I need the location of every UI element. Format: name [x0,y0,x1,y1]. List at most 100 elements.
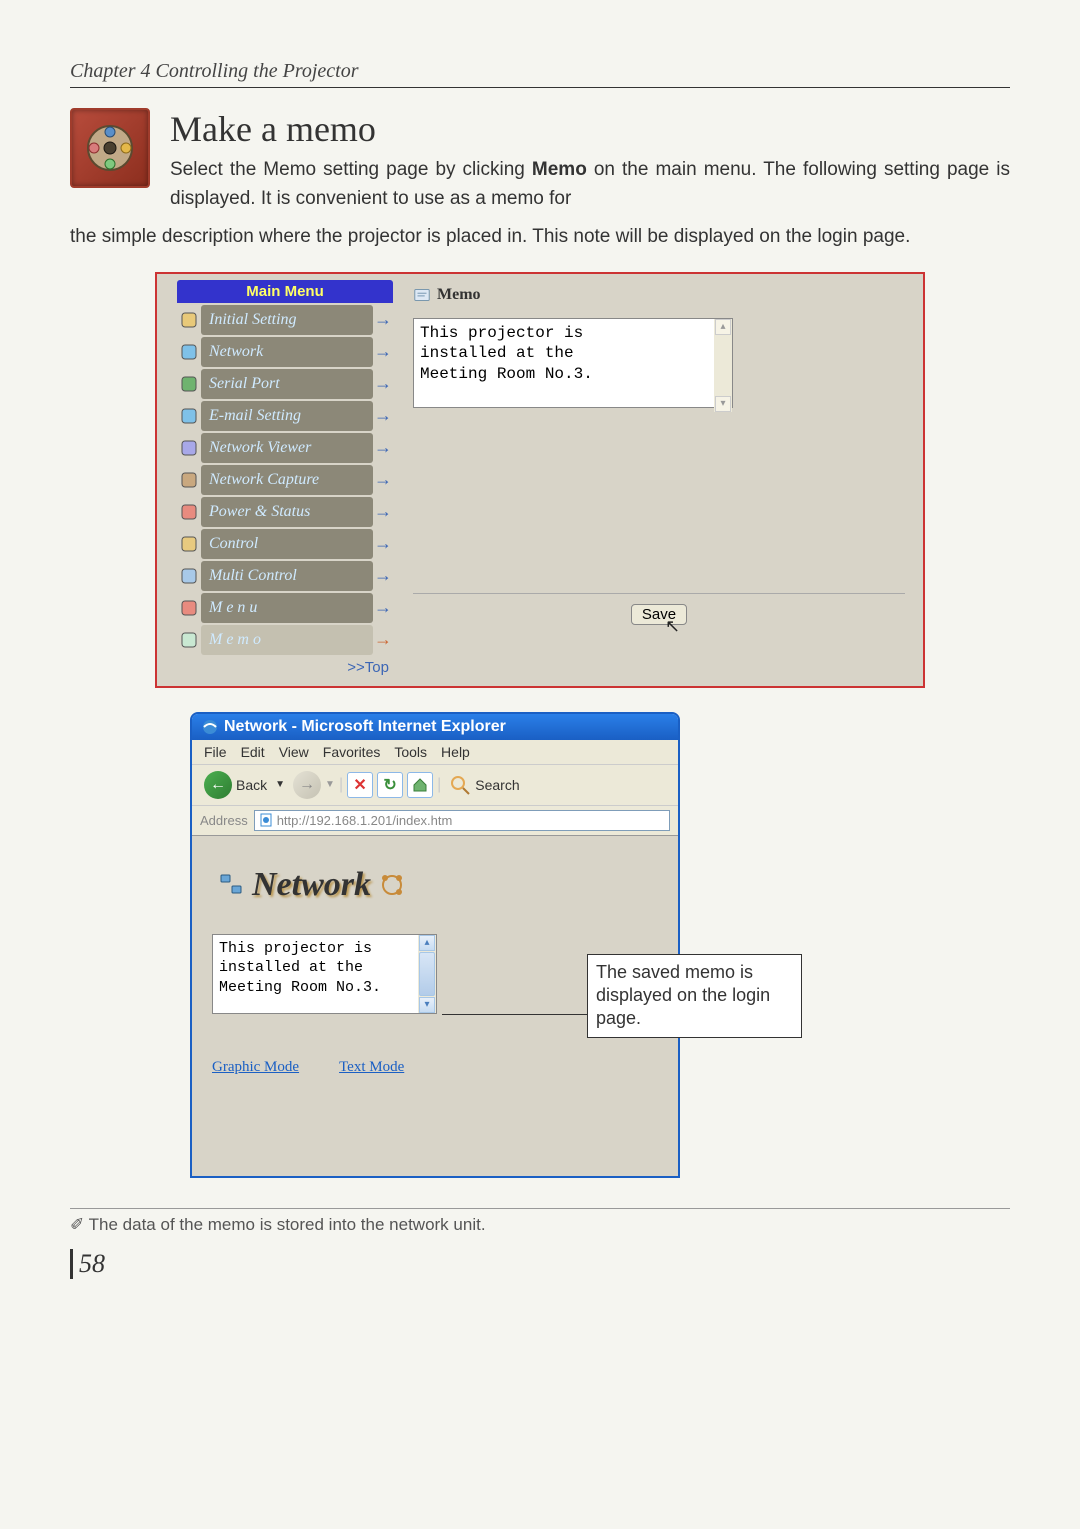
control-icon [177,529,201,559]
divider [413,593,905,594]
forward-button[interactable]: → [293,771,321,799]
network-icon [177,337,201,367]
menu-tools[interactable]: Tools [394,744,427,760]
chevron-right-icon: → [373,593,393,623]
menu-item-e-mail-setting[interactable]: E-mail Setting → [177,401,393,431]
menu-favorites[interactable]: Favorites [323,744,381,760]
logo-icon-left [218,872,244,898]
search-icon [449,774,471,796]
chevron-right-icon: → [373,465,393,495]
section-title: Make a memo [170,108,1010,150]
menu-item-serial-port[interactable]: Serial Port → [177,369,393,399]
menu-item-label: Initial Setting [209,311,297,329]
menu-item-label: E-mail Setting [209,407,301,425]
graphic-mode-link[interactable]: Graphic Mode [212,1059,299,1076]
multi-icon [177,561,201,591]
memo-textarea[interactable] [413,318,733,408]
ie-toolbar: ← Back▼ → ▼ | ✕ ↻ | Search [192,765,678,806]
main-menu: Main Menu Initial Setting→Network→Serial… [177,280,393,680]
ie-address-row: Address http://192.168.1.201/index.htm [192,806,678,836]
chevron-right-icon: → [373,625,393,655]
memo-textarea-wrap: ▴▾ [413,318,733,413]
chevron-right-icon: → [373,529,393,559]
chevron-right-icon: → [373,401,393,431]
menu-item-label: Control [209,535,258,553]
menu-icon [177,593,201,623]
top-link[interactable]: >>Top [347,659,389,676]
footnote: ✐ The data of the memo is stored into th… [70,1208,1010,1235]
menu-item-initial-setting[interactable]: Initial Setting → [177,305,393,335]
search-button[interactable]: Search [445,772,523,798]
scrollbar[interactable]: ▴▾ [418,935,436,1013]
menu-item-power-status[interactable]: Power & Status → [177,497,393,527]
home-button[interactable] [407,772,433,798]
content-title-row: Memo [413,286,905,304]
login-memo-textarea[interactable] [212,934,437,1014]
refresh-button[interactable]: ↻ [377,772,403,798]
page-icon [259,813,273,827]
logo-icon-right [379,872,405,898]
section-illustration [70,108,150,188]
intro-text-2: the simple description where the project… [70,223,1010,252]
menu-item-control[interactable]: Control → [177,529,393,559]
viewer-icon [177,433,201,463]
menu-help[interactable]: Help [441,744,470,760]
menu-item-network-viewer[interactable]: Network Viewer → [177,433,393,463]
menu-item-label: Serial Port [209,375,280,393]
chevron-right-icon: → [373,337,393,367]
chevron-right-icon: → [373,369,393,399]
ie-menubar: File Edit View Favorites Tools Help [192,740,678,765]
menu-item-label: M e m o [209,631,261,649]
memo-icon [177,625,201,655]
chevron-right-icon: → [373,305,393,335]
power-icon [177,497,201,527]
port-icon [177,369,201,399]
callout-leader [442,1014,587,1015]
back-arrow-icon: ← [204,771,232,799]
menu-view[interactable]: View [279,744,309,760]
network-logo: Network [218,866,658,904]
menu-item-label: Network Capture [209,471,319,489]
menu-item-label: Multi Control [209,567,297,585]
address-value: http://192.168.1.201/index.htm [277,813,453,828]
menu-item-label: Power & Status [209,503,310,521]
callout-box: The saved memo is displayed on the login… [587,954,802,1038]
ie-titlebar: Network - Microsoft Internet Explorer [192,714,678,740]
menu-item-label: Network [209,343,263,361]
menu-item-network[interactable]: Network → [177,337,393,367]
menu-item-label: Network Viewer [209,439,311,457]
page-number: 58 [70,1249,105,1279]
capture-icon [177,465,201,495]
section-header: Make a memo Select the Memo setting page… [70,108,1010,213]
app-screenshot: Main Menu Initial Setting→Network→Serial… [155,272,925,688]
ie-title-text: Network - Microsoft Internet Explorer [224,718,506,736]
menu-item-network-capture[interactable]: Network Capture → [177,465,393,495]
back-button[interactable]: ← Back▼ [200,769,289,801]
menu-item-multi-control[interactable]: Multi Control → [177,561,393,591]
memo-icon [413,286,431,304]
text-mode-link[interactable]: Text Mode [339,1059,404,1076]
scrollbar[interactable]: ▴▾ [714,319,732,412]
menu-item-label: M e n u [209,599,257,617]
chapter-header: Chapter 4 Controlling the Projector [70,60,1010,88]
mail-icon [177,401,201,431]
chevron-right-icon: → [373,433,393,463]
save-button[interactable]: Save [631,604,687,625]
content-title: Memo [437,286,481,304]
mode-links: Graphic Mode Text Mode [212,1059,658,1076]
stop-button[interactable]: ✕ [347,772,373,798]
address-bar[interactable]: http://192.168.1.201/index.htm [254,810,670,831]
menu-item-m-e-n-u[interactable]: M e n u → [177,593,393,623]
page-icon [177,305,201,335]
menu-file[interactable]: File [204,744,227,760]
ie-logo-icon [202,719,218,735]
intro-text-1: Select the Memo setting page by clicking… [170,156,1010,213]
ie-window: Network - Microsoft Internet Explorer Fi… [190,712,680,1178]
main-menu-title: Main Menu [177,280,393,303]
chevron-right-icon: → [373,497,393,527]
menu-item-m-e-m-o[interactable]: M e m o → [177,625,393,655]
address-label: Address [200,813,248,828]
menu-edit[interactable]: Edit [241,744,265,760]
chevron-right-icon: → [373,561,393,591]
content-panel: Memo ▴▾ Save ↖ [409,280,915,680]
